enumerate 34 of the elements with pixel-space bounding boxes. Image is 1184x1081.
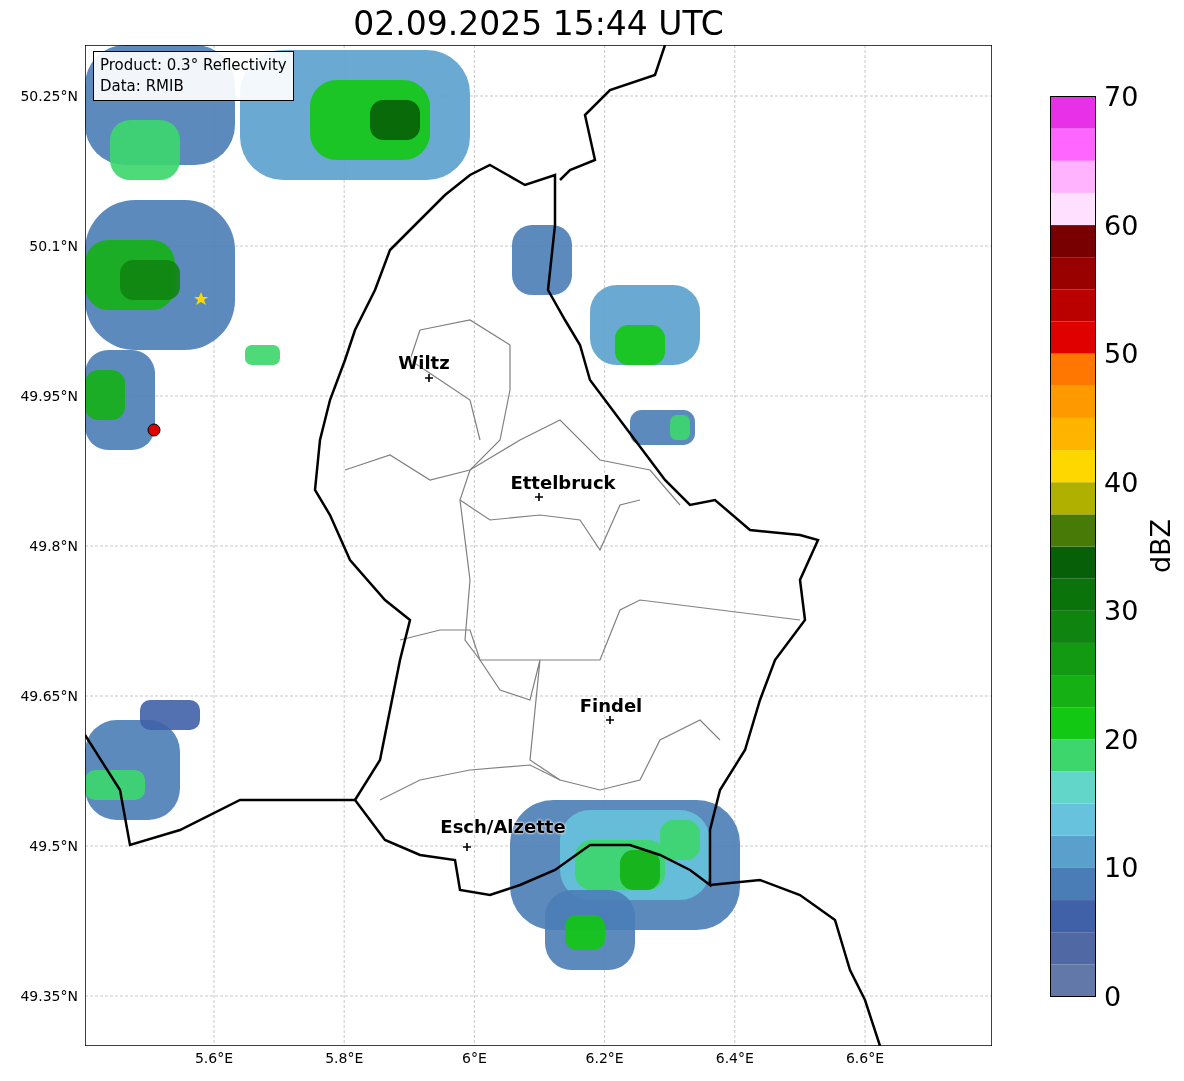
colorbar-tick-label: 20 <box>1104 723 1139 755</box>
info-text: Product: 0.3° Reflectivity <box>100 55 287 76</box>
city-marker-icon <box>534 492 544 502</box>
longitude-tick-label: 6.4°E <box>715 1050 754 1066</box>
latitude-tick-label: 50.1°N <box>29 238 78 254</box>
colorbar-tick-label: 60 <box>1104 209 1139 241</box>
city-label: Wiltz <box>398 351 450 373</box>
city-marker-icon <box>424 373 434 383</box>
colorbar-label: dBZ <box>1144 518 1176 574</box>
longitude-tick-label: 6.6°E <box>845 1050 885 1066</box>
colorbar-tick-label: 70 <box>1104 80 1139 112</box>
colorbar-tick-label: 0 <box>1104 980 1122 1012</box>
city-marker-icon <box>462 842 472 852</box>
colorbar-tick-label: 30 <box>1104 594 1139 626</box>
latitude-tick-label: 49.8°N <box>29 538 78 554</box>
colorbar-tick-label: 10 <box>1104 851 1139 883</box>
star-icon <box>194 292 208 305</box>
longitude-tick-label: 6°E <box>462 1050 487 1066</box>
latitude-tick-label: 49.5°N <box>29 838 78 854</box>
colorbar-tick-label: 40 <box>1104 466 1139 498</box>
longitude-tick-label: 5.8°E <box>325 1050 364 1066</box>
radar-site-marker <box>147 423 161 437</box>
longitude-tick-label: 6.2°E <box>585 1050 624 1066</box>
latitude-tick-label: 49.95°N <box>20 388 78 404</box>
city-label: Findel <box>579 694 643 716</box>
info-text: Data: RMIB <box>100 76 185 97</box>
chart-title: 02.09.2025 15:44 UTC <box>352 4 725 43</box>
latitude-tick-label: 49.65°N <box>20 688 78 704</box>
colorbar-tick-label: 50 <box>1104 337 1139 369</box>
latitude-tick-label: 49.35°N <box>20 988 78 1004</box>
latitude-tick-label: 50.25°N <box>20 88 78 104</box>
city-label: Ettelbruck <box>510 471 616 493</box>
city-marker-icon <box>605 715 615 725</box>
longitude-tick-label: 5.6°E <box>194 1050 234 1066</box>
